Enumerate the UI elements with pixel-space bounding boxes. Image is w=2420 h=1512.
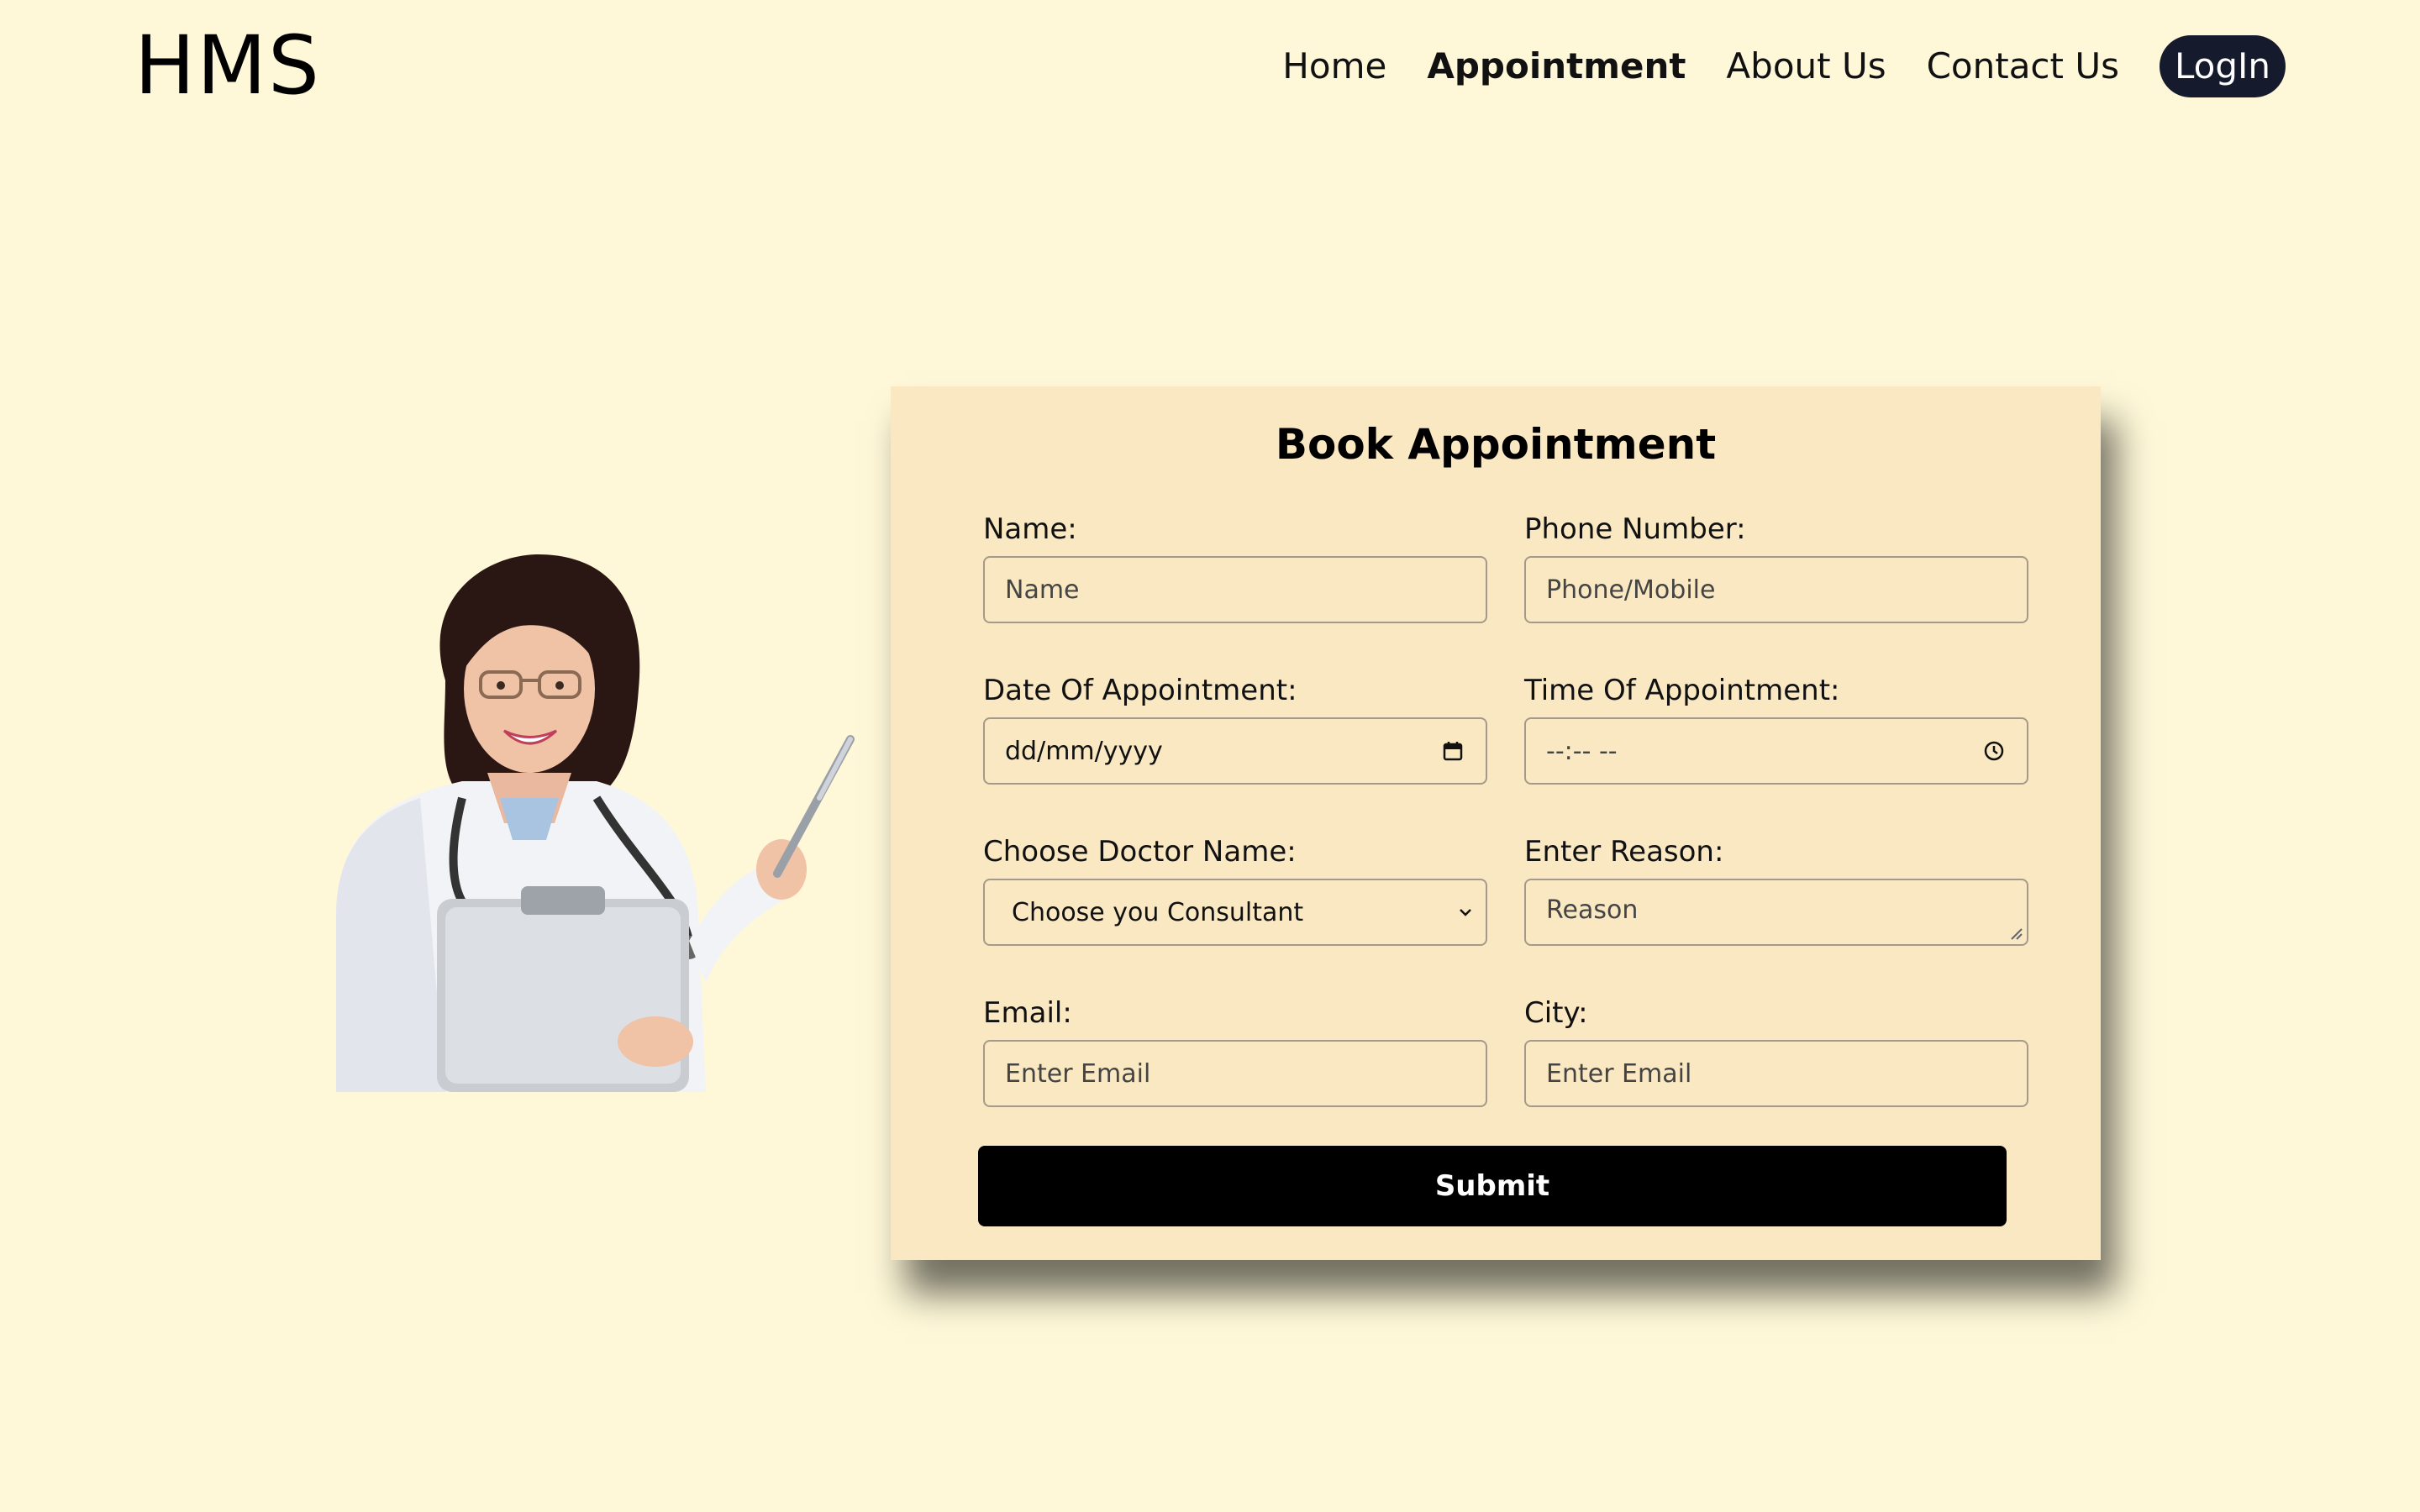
email-input[interactable]: Enter Email [983,1040,1487,1107]
nav-home[interactable]: Home [1282,35,1386,97]
time-value: --:-- -- [1546,736,1618,766]
doctor-field: Choose Doctor Name: Choose you Consultan… [983,835,1487,946]
time-field: Time Of Appointment: --:-- -- [1524,674,2028,785]
name-field: Name: Name [983,512,1487,623]
doctor-selected-value: Choose you Consultant [1012,897,1304,927]
calendar-icon[interactable] [1442,740,1464,762]
city-field: City: Enter Email [1524,996,2028,1107]
phone-field: Phone Number: Phone/Mobile [1524,512,2028,623]
doctor-select[interactable]: Choose you Consultant [983,879,1487,946]
date-value: dd/mm/yyyy [1005,736,1163,766]
reason-placeholder: Reason [1546,895,1639,925]
name-label: Name: [983,512,1077,546]
date-input[interactable]: dd/mm/yyyy [983,717,1487,785]
resize-handle-icon[interactable] [2008,926,2023,941]
appointment-form-card: Book Appointment Name: Name Phone Number… [891,386,2101,1260]
date-label: Date Of Appointment: [983,674,1297,707]
time-label: Time Of Appointment: [1524,674,1840,707]
doctor-illustration [336,554,855,1092]
nav-about-us[interactable]: About Us [1726,35,1886,97]
main-nav: Home Appointment About Us Contact Us Log… [1282,35,2286,97]
city-input[interactable]: Enter Email [1524,1040,2028,1107]
page: HMS Home Appointment About Us Contact Us… [0,0,2420,1512]
name-input[interactable]: Name [983,556,1487,623]
phone-input[interactable]: Phone/Mobile [1524,556,2028,623]
doctor-label: Choose Doctor Name: [983,835,1297,869]
form-title: Book Appointment [1275,420,1717,469]
reason-textarea[interactable]: Reason [1524,879,2028,946]
city-label: City: [1524,996,1588,1030]
submit-button[interactable]: Submit [978,1146,2007,1226]
nav-contact-us[interactable]: Contact Us [1927,35,2119,97]
login-button[interactable]: LogIn [2159,35,2286,97]
reason-label: Enter Reason: [1524,835,1724,869]
clock-icon[interactable] [1983,740,2005,762]
chevron-down-icon [1460,909,1471,916]
nav-appointment[interactable]: Appointment [1427,35,1686,97]
email-field: Email: Enter Email [983,996,1487,1107]
reason-field: Enter Reason: Reason [1524,835,2028,946]
date-field: Date Of Appointment: dd/mm/yyyy [983,674,1487,785]
phone-label: Phone Number: [1524,512,1746,546]
email-label: Email: [983,996,1072,1030]
time-input[interactable]: --:-- -- [1524,717,2028,785]
site-logo[interactable]: HMS [134,18,321,113]
